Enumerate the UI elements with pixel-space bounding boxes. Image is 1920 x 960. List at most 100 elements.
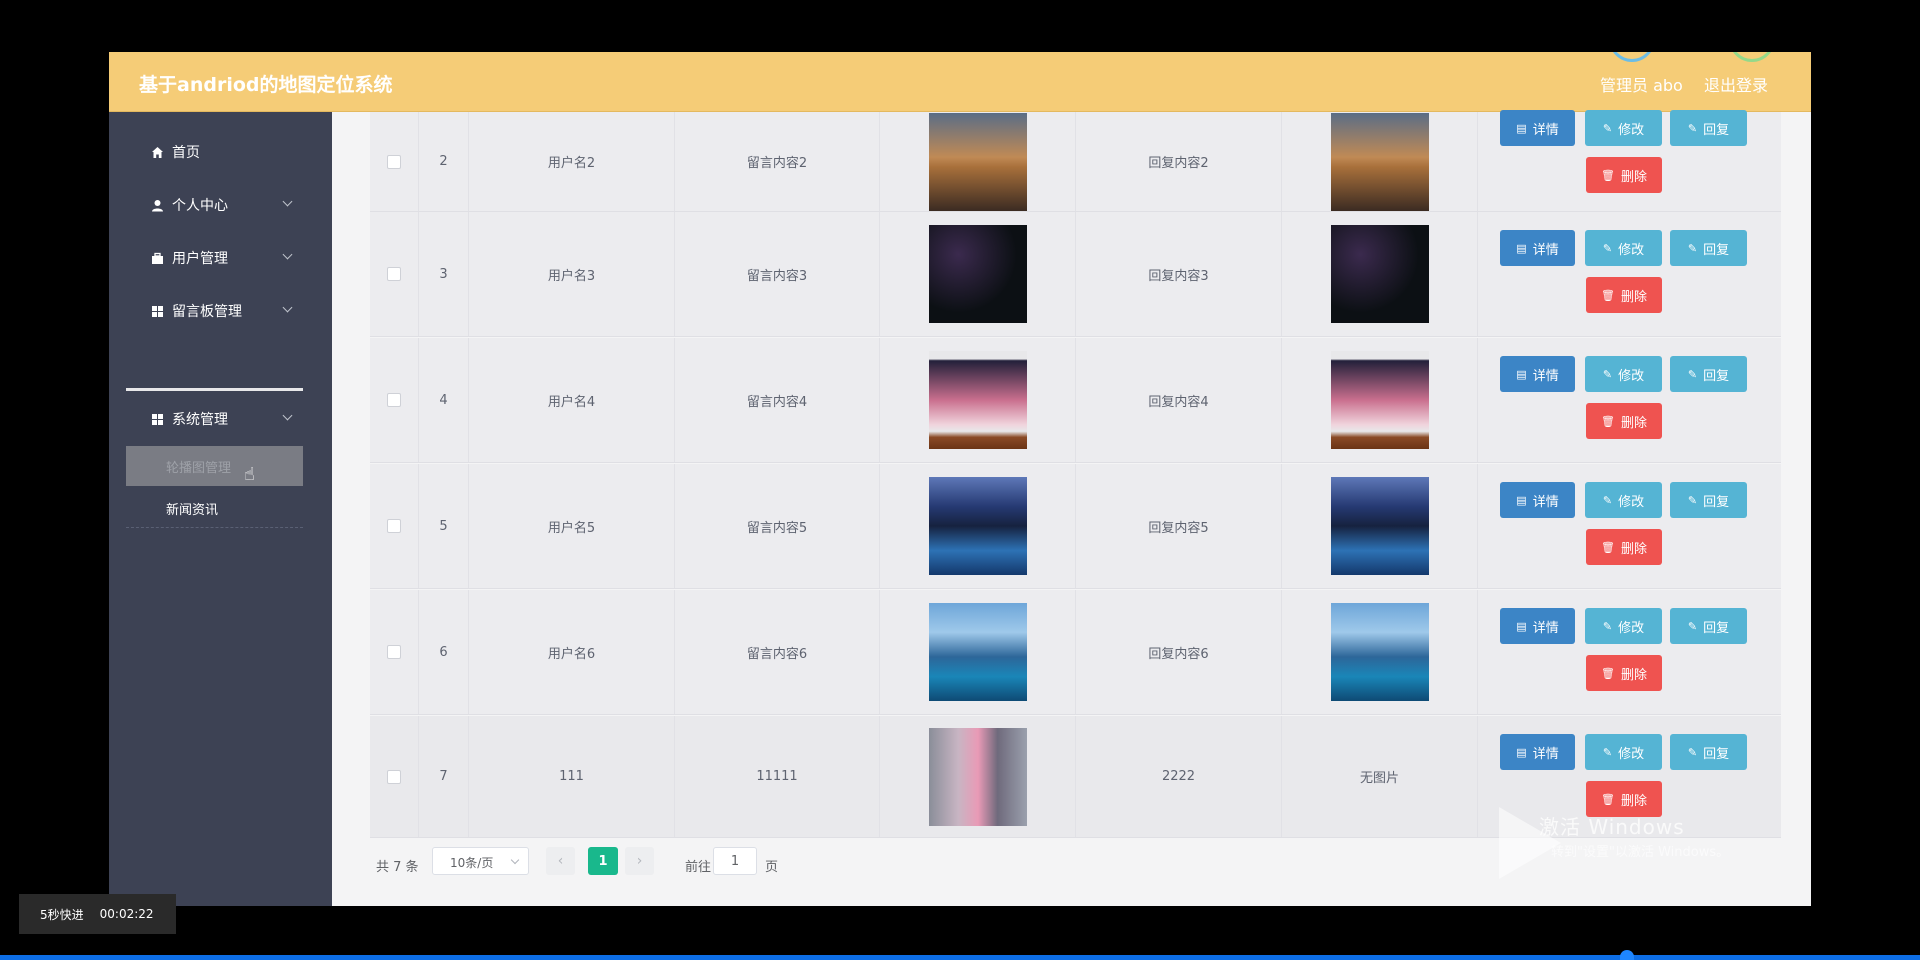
- reply-cell: 回复内容5: [1076, 464, 1282, 588]
- admin-avatar[interactable]: [1609, 52, 1655, 62]
- button-label: 删除: [1620, 793, 1647, 809]
- edit-button[interactable]: ✎ 修改: [1585, 608, 1662, 644]
- submenu-item-label: 新闻资讯: [166, 502, 219, 518]
- top-header: 基于andriod的地图定位系统 管理员 abo 退出登录: [109, 52, 1811, 112]
- message-image[interactable]: [928, 477, 1027, 575]
- detail-button[interactable]: ▤ 详情: [1500, 356, 1575, 392]
- button-label: 详情: [1532, 122, 1559, 138]
- reply-image[interactable]: [1330, 477, 1429, 575]
- detail-button[interactable]: ▤ 详情: [1500, 734, 1575, 770]
- button-label: 详情: [1532, 620, 1559, 636]
- goto-page-input[interactable]: 1: [713, 847, 757, 875]
- reply-button[interactable]: ✎ 回复: [1670, 734, 1747, 770]
- page-size-value: 10条/页: [450, 856, 494, 870]
- message-image[interactable]: [928, 351, 1027, 449]
- edit-button[interactable]: ✎ 修改: [1585, 230, 1662, 266]
- reply-image[interactable]: [1330, 112, 1429, 211]
- reply-cell: 回复内容3: [1076, 212, 1282, 336]
- reply-image-cell: 无图片: [1282, 716, 1478, 837]
- row-checkbox[interactable]: [387, 769, 401, 784]
- trash-icon: 🗑: [1601, 168, 1615, 182]
- document-icon: ▤: [1516, 745, 1527, 759]
- button-label: 回复: [1703, 746, 1730, 762]
- sidebar-item-label: 用户管理: [172, 251, 228, 267]
- reply-image-cell: [1282, 464, 1478, 588]
- sidebar-item-profile[interactable]: 个人中心: [126, 185, 303, 225]
- reply-image[interactable]: [1330, 225, 1429, 323]
- row-checkbox[interactable]: [387, 645, 401, 659]
- windows-activation-subtitle: 转到"设置"以激活 Windows。: [1551, 845, 1730, 860]
- edit-button[interactable]: ✎ 修改: [1585, 734, 1662, 770]
- page-size-select[interactable]: 10条/页: [432, 847, 529, 875]
- reply-button[interactable]: ✎ 回复: [1670, 356, 1747, 392]
- chevron-down-icon: [282, 249, 293, 260]
- delete-button[interactable]: 🗑 删除: [1586, 529, 1662, 565]
- reply-image[interactable]: [1330, 351, 1429, 449]
- reply-button[interactable]: ✎ 回复: [1670, 608, 1747, 644]
- reply-cell: 回复内容6: [1076, 590, 1282, 714]
- delete-button[interactable]: 🗑 删除: [1586, 403, 1662, 439]
- sidebar-item-label: 留言板管理: [172, 304, 242, 320]
- chevron-down-icon: [282, 196, 293, 207]
- detail-button[interactable]: ▤ 详情: [1500, 482, 1575, 518]
- message-image-cell: [880, 464, 1076, 588]
- pencil-icon: ✎: [1687, 367, 1698, 381]
- index-cell: 3: [419, 212, 469, 336]
- edit-button[interactable]: ✎ 修改: [1585, 110, 1662, 146]
- video-timestamp: 00:02:22: [99, 907, 154, 921]
- detail-button[interactable]: ▤ 详情: [1500, 230, 1575, 266]
- index-cell: 5: [419, 464, 469, 588]
- skip-forward-button[interactable]: 5秒快进: [40, 906, 84, 923]
- logout-button[interactable]: 退出登录: [1704, 72, 1768, 96]
- index-cell: 7: [419, 716, 469, 837]
- prev-page-button[interactable]: ‹: [546, 847, 575, 875]
- submenu-item-news[interactable]: 新闻资讯: [126, 488, 303, 528]
- message-image[interactable]: [928, 603, 1027, 701]
- message-image-cell: [880, 112, 1076, 211]
- sidebar-item-message-board[interactable]: 留言板管理: [126, 291, 303, 331]
- page-number-current[interactable]: 1: [588, 847, 618, 875]
- sidebar-item-home[interactable]: 首页: [126, 132, 303, 172]
- edit-button[interactable]: ✎ 修改: [1585, 482, 1662, 518]
- checkbox-cell: [370, 212, 419, 336]
- table-row: 5 用户名5 留言内容5 回复内容5 ▤ 详情 ✎ 修改 ✎ 回复 🗑 删除: [370, 464, 1781, 589]
- row-checkbox[interactable]: [387, 154, 401, 169]
- video-progress-knob[interactable]: [1620, 950, 1634, 960]
- reply-button[interactable]: ✎ 回复: [1670, 482, 1747, 518]
- chevron-down-icon: [510, 855, 520, 865]
- delete-button[interactable]: 🗑 删除: [1586, 277, 1662, 313]
- submenu-item-carousel[interactable]: 轮播图管理 ☝: [126, 446, 303, 486]
- logout-avatar[interactable]: [1729, 52, 1775, 62]
- row-checkbox[interactable]: [387, 393, 401, 407]
- message-image[interactable]: [928, 727, 1027, 826]
- row-checkbox[interactable]: [387, 519, 401, 533]
- index-cell: 4: [419, 338, 469, 462]
- reply-button[interactable]: ✎ 回复: [1670, 230, 1747, 266]
- reply-button[interactable]: ✎ 回复: [1670, 110, 1747, 146]
- reply-image[interactable]: [1330, 603, 1429, 701]
- chevron-down-icon: [282, 302, 293, 313]
- pencil-icon: ✎: [1602, 367, 1613, 381]
- checkbox-cell: [370, 716, 419, 837]
- sidebar-item-system[interactable]: 系统管理: [126, 399, 303, 439]
- page-suffix: 页: [765, 860, 779, 875]
- delete-button[interactable]: 🗑 删除: [1586, 157, 1662, 193]
- row-checkbox[interactable]: [387, 267, 401, 281]
- detail-button[interactable]: ▤ 详情: [1500, 608, 1575, 644]
- trash-icon: 🗑: [1601, 414, 1615, 428]
- button-label: 详情: [1532, 746, 1559, 762]
- video-overlay: 5秒快进 00:02:22: [19, 894, 176, 934]
- next-page-button[interactable]: ›: [625, 847, 654, 875]
- message-cell: 留言内容4: [675, 338, 880, 462]
- table-row: 2 用户名2 留言内容2 回复内容2 ▤ 详情 ✎ 修改 ✎ 回复 🗑 删除: [370, 110, 1781, 212]
- edit-button[interactable]: ✎ 修改: [1585, 356, 1662, 392]
- message-image[interactable]: [928, 225, 1027, 323]
- table-row: 4 用户名4 留言内容4 回复内容4 ▤ 详情 ✎ 修改 ✎ 回复 🗑 删除: [370, 338, 1781, 463]
- detail-button[interactable]: ▤ 详情: [1500, 110, 1575, 146]
- document-icon: ▤: [1516, 619, 1527, 633]
- message-image[interactable]: [928, 112, 1027, 211]
- button-label: 详情: [1532, 494, 1559, 510]
- delete-button[interactable]: 🗑 删除: [1586, 655, 1662, 691]
- reply-image-cell: [1282, 338, 1478, 462]
- sidebar-item-users[interactable]: 用户管理: [126, 238, 303, 278]
